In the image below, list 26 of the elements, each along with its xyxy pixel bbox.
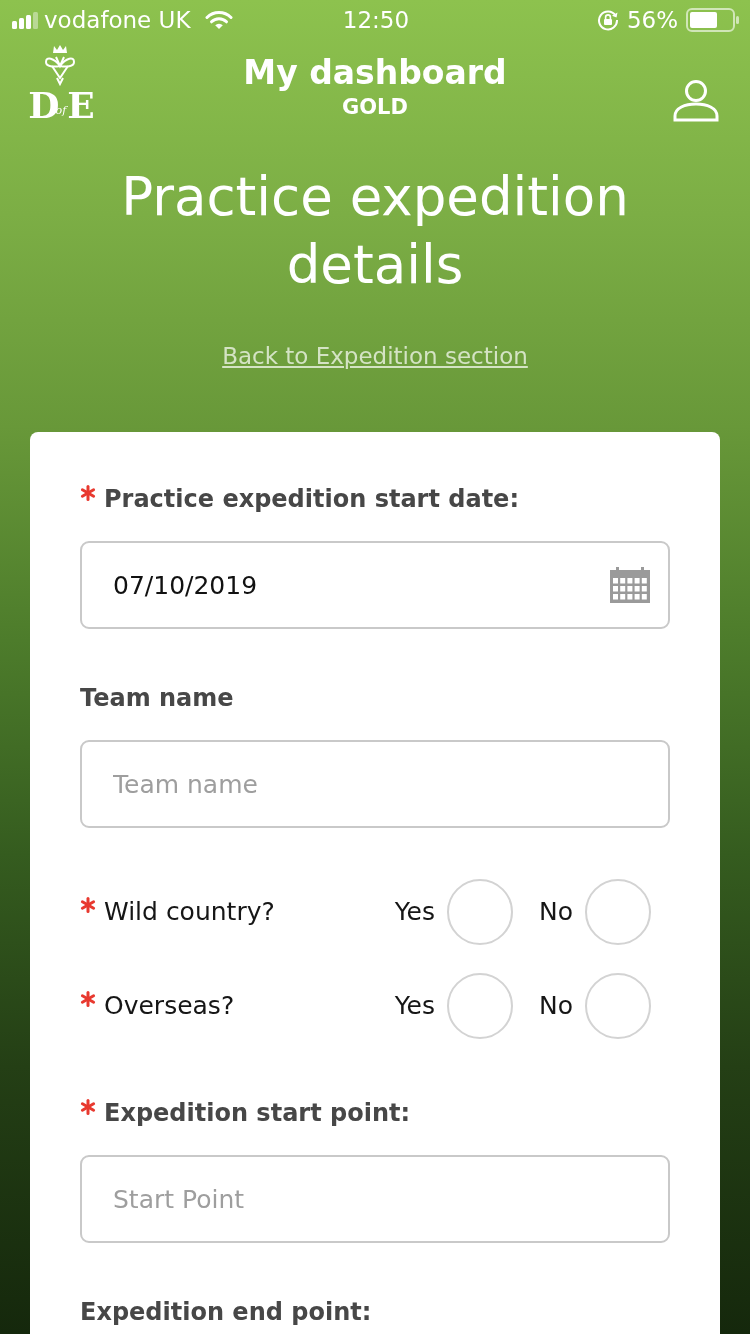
- field-label: Expedition end point:: [80, 1297, 372, 1328]
- orientation-lock-icon: [596, 9, 619, 31]
- field-label: Expedition start point:: [104, 1098, 411, 1129]
- battery-percent: 56%: [626, 6, 678, 34]
- page-heading: Practice expedition details: [120, 165, 630, 297]
- option-label: Yes: [394, 896, 435, 928]
- clock-time: 12:50: [342, 6, 410, 34]
- field-label: Practice expedition start date:: [104, 484, 519, 515]
- date-field[interactable]: 07/10/2019: [80, 541, 670, 629]
- wifi-icon: [204, 10, 233, 30]
- option-label: No: [539, 896, 573, 928]
- battery-icon: [686, 8, 740, 32]
- option-label: Yes: [394, 990, 435, 1022]
- carrier-name: vodafone UK: [44, 6, 191, 34]
- user-icon[interactable]: [672, 80, 720, 122]
- field-label: Team name: [80, 683, 234, 714]
- signal-bars-icon: [12, 11, 38, 29]
- option-label: No: [539, 990, 573, 1022]
- crown-knot-icon: [42, 44, 78, 86]
- question-label: Wild country?: [104, 896, 275, 928]
- question-label: Overseas?: [104, 990, 235, 1022]
- app-title: My dashboard: [243, 53, 507, 93]
- text-input-field[interactable]: Team name: [80, 740, 670, 828]
- calendar-icon[interactable]: [610, 567, 650, 603]
- level-subtitle: GOLD: [342, 94, 408, 121]
- text-input-field[interactable]: Start Point: [80, 1155, 670, 1243]
